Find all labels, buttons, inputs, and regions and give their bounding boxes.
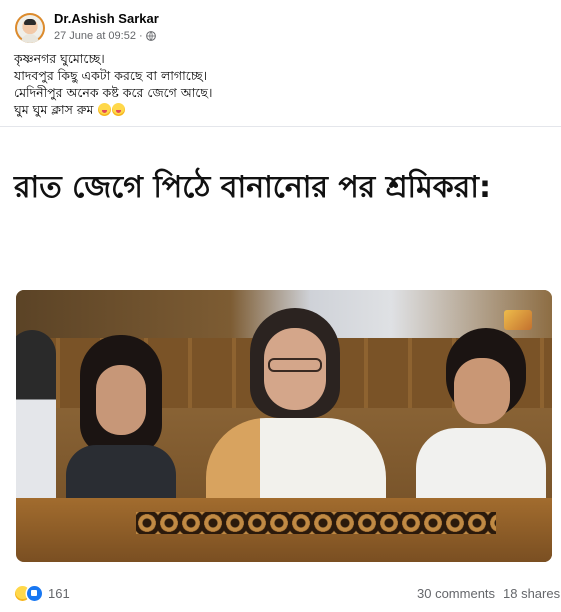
- reaction-count[interactable]: 161: [48, 586, 70, 601]
- post-text-line-with-emoji: ঘুম ঘুম ক্লাস রুম: [14, 101, 544, 118]
- reactions-bar: 161 30 comments 18 shares: [0, 573, 561, 612]
- meme-caption: রাত জেগে পিঠে বানানোর পর শ্রমিকরা:: [14, 170, 491, 205]
- person-body: [206, 418, 386, 508]
- photo-person-right: [416, 328, 546, 508]
- squinting-tongue-emoji-icon: [98, 103, 112, 116]
- photo-person-center: [206, 308, 386, 508]
- post-text: কৃষ্ণনগর ঘুমোচ্ছে। যাদবপুর কিছু একটা করছ…: [14, 50, 544, 118]
- avatar-shirt: [21, 34, 39, 43]
- author-name[interactable]: Dr.Ashish Sarkar: [54, 11, 159, 26]
- post-meta: 27 June at 09:52 ·: [54, 30, 156, 42]
- post-text-line: ঘুম ঘুম ক্লাস রুম: [14, 102, 94, 117]
- avatar-hair: [24, 19, 36, 25]
- shares-count-link[interactable]: 18 shares: [503, 586, 560, 601]
- post-text-line: মেদিনীপুর অনেক কষ্ট করে জেগে আছে।: [14, 85, 213, 100]
- globe-icon[interactable]: [145, 31, 156, 41]
- person-glasses: [268, 358, 322, 372]
- comments-count-link[interactable]: 30 comments: [417, 586, 495, 601]
- photo-person-sleeping-left: [66, 335, 176, 515]
- post-timestamp[interactable]: 27 June at 09:52: [54, 30, 136, 42]
- author-avatar[interactable]: [15, 13, 45, 43]
- post-photo[interactable]: [16, 290, 552, 562]
- channel-watermark-logo: [504, 310, 532, 330]
- post-text-line: কৃষ্ণনগর ঘুমোচ্ছে।: [14, 51, 105, 66]
- person-face: [454, 358, 510, 424]
- post-text-line: যাদবপুর কিছু একটা করছে বা লাগাচ্ছে।: [14, 68, 208, 83]
- person-body: [416, 428, 546, 508]
- post-header: Dr.Ashish Sarkar 27 June at 09:52 ·: [0, 0, 561, 50]
- photo-desk-ornaments: [136, 512, 496, 534]
- person-face: [96, 365, 146, 435]
- like-reaction-icon: [27, 586, 42, 601]
- squinting-tongue-emoji-icon: [112, 103, 126, 116]
- reaction-icons[interactable]: [15, 586, 45, 602]
- meta-separator: ·: [138, 30, 143, 42]
